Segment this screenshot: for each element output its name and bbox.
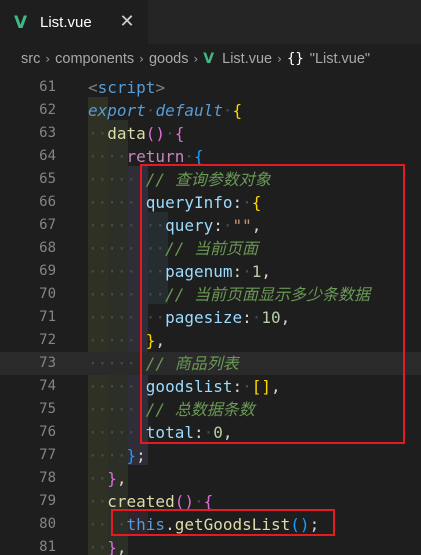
code-line[interactable]: 69 ········pagenum:·1, — [0, 260, 421, 283]
line-number: 75 — [39, 401, 56, 417]
chevron-right-icon: › — [45, 52, 51, 66]
tab-title: List.vue — [40, 14, 92, 31]
breadcrumb-file[interactable]: List.vue — [222, 51, 272, 67]
code-text: ········// 当前页面 — [88, 239, 258, 258]
close-icon[interactable]: ✕ — [118, 12, 136, 32]
code-line[interactable]: 77 ····}; — [0, 444, 421, 467]
tab-list-vue[interactable]: V List.vue ✕ — [0, 0, 148, 44]
chevron-right-icon: › — [277, 52, 282, 66]
code-line[interactable]: 75 ······// 总数据条数 — [0, 398, 421, 421]
line-number: 71 — [39, 309, 56, 325]
code-text: ······goodslist:·[], — [88, 377, 281, 396]
line-number: 74 — [39, 378, 56, 394]
braces-icon: {} — [286, 51, 304, 67]
code-text: ····}; — [88, 446, 146, 465]
code-line[interactable]: 62 export·default·{ — [0, 99, 421, 122]
code-text: ······// 查询参数对象 — [88, 170, 271, 189]
code-text: ······queryInfo:·{ — [88, 193, 262, 212]
code-text: ··created()·{ — [88, 492, 214, 511]
line-number: 81 — [39, 539, 56, 555]
code-line[interactable]: 76 ······total:·0, — [0, 421, 421, 444]
breadcrumb-components[interactable]: components — [55, 51, 134, 67]
line-number: 65 — [39, 171, 56, 187]
line-number: 69 — [39, 263, 56, 279]
chevron-right-icon: › — [193, 52, 199, 66]
code-line[interactable]: 64 ····return·{ — [0, 145, 421, 168]
code-line[interactable]: 65 ······// 查询参数对象 — [0, 168, 421, 191]
line-number: 78 — [39, 470, 56, 486]
line-number: 61 — [39, 79, 56, 95]
breadcrumb-src[interactable]: src — [21, 51, 40, 67]
code-text: export·default·{ — [88, 101, 243, 120]
breadcrumb-goods[interactable]: goods — [149, 51, 189, 67]
line-number: 77 — [39, 447, 56, 463]
code-line[interactable]: 78 ··}, — [0, 467, 421, 490]
code-editor[interactable]: 61 <script> 62 export·default·{ 63 ··data()·{… — [0, 74, 421, 555]
line-number: 62 — [39, 102, 56, 118]
line-number: 70 — [39, 286, 56, 302]
line-number: 72 — [39, 332, 56, 348]
code-text: ······}, — [88, 331, 166, 350]
code-text: ··}, — [88, 538, 127, 555]
code-line[interactable]: 63 ··data()·{ — [0, 122, 421, 145]
breadcrumb: src › components › goods › V List.vue › … — [0, 44, 421, 74]
code-text: ········// 当前页面显示多少条数据 — [88, 285, 370, 304]
vue-icon: V — [203, 51, 215, 67]
code-line[interactable]: 79 ··created()·{ — [0, 490, 421, 513]
code-line[interactable]: 81 ··}, — [0, 536, 421, 555]
code-line[interactable]: 72 ······}, — [0, 329, 421, 352]
code-line[interactable]: 73 ······// 商品列表 — [0, 352, 421, 375]
breadcrumb-symbol[interactable]: "List.vue" — [310, 51, 370, 67]
line-number: 68 — [39, 240, 56, 256]
code-line[interactable]: 71 ········pagesize:·10, — [0, 306, 421, 329]
code-line[interactable]: 74 ······goodslist:·[], — [0, 375, 421, 398]
vue-icon: V — [14, 12, 28, 33]
code-text: <script> — [88, 78, 166, 97]
tab-bar: V List.vue ✕ — [0, 0, 421, 44]
line-number: 80 — [39, 516, 56, 532]
line-number: 76 — [39, 424, 56, 440]
code-text: ······// 总数据条数 — [88, 400, 255, 419]
code-line[interactable]: 66 ······queryInfo:·{ — [0, 191, 421, 214]
line-number: 79 — [39, 493, 56, 509]
code-text: ········pagesize:·10, — [88, 308, 291, 327]
code-text: ······// 商品列表 — [88, 354, 239, 373]
code-text: ··}, — [88, 469, 127, 488]
code-line[interactable]: 68 ········// 当前页面 — [0, 237, 421, 260]
code-line[interactable]: 67 ········query:·"", — [0, 214, 421, 237]
code-text: ········query:·"", — [88, 216, 262, 235]
code-line[interactable]: 80 ····this.getGoodsList(); — [0, 513, 421, 536]
line-number: 73 — [39, 355, 56, 371]
chevron-right-icon: › — [139, 52, 144, 66]
code-text: ········pagenum:·1, — [88, 262, 272, 281]
code-text: ······total:·0, — [88, 423, 233, 442]
line-number: 66 — [39, 194, 56, 210]
code-text: ····return·{ — [88, 147, 204, 166]
line-number: 64 — [39, 148, 56, 164]
line-number: 63 — [39, 125, 56, 141]
code-line[interactable]: 70 ········// 当前页面显示多少条数据 — [0, 283, 421, 306]
line-number: 67 — [39, 217, 56, 233]
code-text: ····this.getGoodsList(); — [88, 515, 320, 534]
code-text: ··data()·{ — [88, 124, 185, 143]
code-line[interactable]: 61 <script> — [0, 76, 421, 99]
